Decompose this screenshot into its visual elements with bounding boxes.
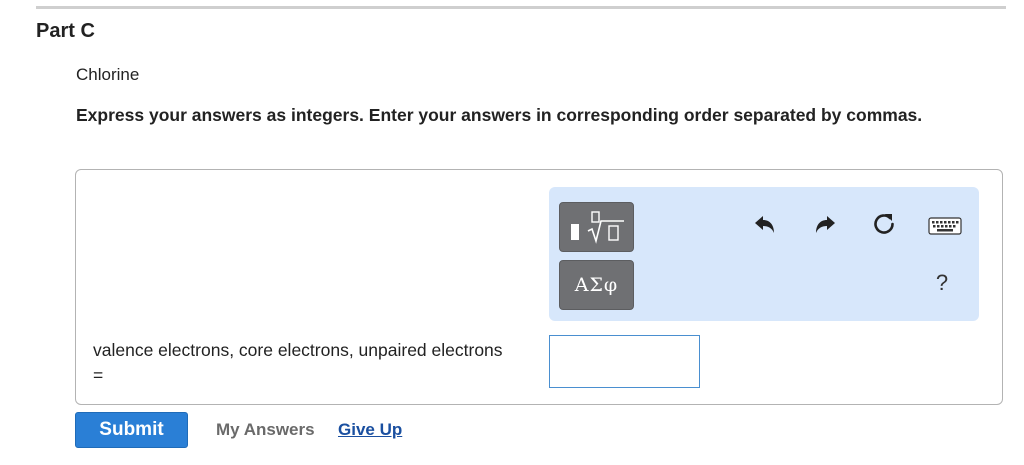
help-button[interactable]: ? [930, 269, 954, 297]
reset-icon[interactable] [871, 211, 897, 237]
redo-icon[interactable] [812, 211, 838, 237]
submit-button[interactable]: Submit [75, 412, 188, 448]
greek-symbols-button[interactable]: ΑΣφ [559, 260, 634, 310]
element-name: Chlorine [76, 65, 140, 84]
my-answers-link[interactable]: My Answers [216, 420, 315, 440]
template-button[interactable] [559, 202, 634, 252]
instructions: Express your answers as integers. Enter … [76, 105, 923, 125]
section-divider [36, 6, 1006, 9]
answer-box: ΑΣφ ? valence electrons, core electrons,… [75, 169, 1003, 405]
answer-label: valence electrons, core electrons, unpai… [93, 340, 503, 385]
undo-icon[interactable] [752, 211, 778, 237]
give-up-link[interactable]: Give Up [338, 420, 402, 440]
answer-input[interactable] [549, 335, 700, 388]
keyboard-icon[interactable] [928, 217, 962, 235]
template-sqrt-icon [570, 211, 624, 244]
math-toolbar: ΑΣφ ? [549, 187, 979, 321]
part-title: Part C [36, 20, 95, 42]
